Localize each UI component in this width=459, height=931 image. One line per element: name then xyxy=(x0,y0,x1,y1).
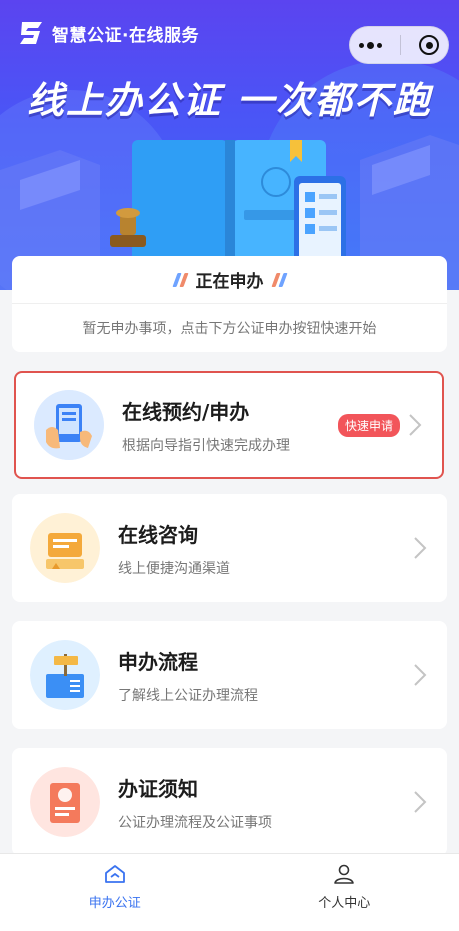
status-header: 正在申办 xyxy=(12,256,447,304)
apply-icon xyxy=(34,390,104,460)
status-title: 正在申办 xyxy=(195,272,264,292)
notice-icon xyxy=(30,767,100,837)
service-title: 在线咨询 xyxy=(118,522,198,547)
service-online-consult[interactable]: 在线咨询 线上便捷沟通渠道 xyxy=(12,494,447,602)
tab-personal-center[interactable]: 个人中心 xyxy=(230,854,459,931)
service-subtitle: 根据向导指引快速完成办理 xyxy=(122,437,290,454)
quick-apply-badge: 快速申请 xyxy=(337,413,400,437)
hero-banner: 智慧公证·在线服务 线上办公证 一次都不跑 xyxy=(0,0,459,290)
chevron-right-icon xyxy=(414,537,427,559)
mini-program-capsule[interactable] xyxy=(349,26,449,64)
home-icon xyxy=(104,865,125,883)
bottom-tab-bar: 申办公证 个人中心 xyxy=(0,853,459,931)
service-title: 申办流程 xyxy=(118,649,198,674)
status-card: 正在申办 暂无申办事项，点击下方公证申办按钮快速开始 xyxy=(12,256,447,352)
service-notice[interactable]: 办证须知 公证办理流程及公证事项 xyxy=(12,748,447,856)
capsule-divider xyxy=(400,35,401,55)
tab-apply-notarization[interactable]: 申办公证 xyxy=(0,854,230,931)
app-title: 智慧公证·在线服务 xyxy=(52,25,199,46)
tab-label: 申办公证 xyxy=(88,896,141,911)
consult-icon xyxy=(30,513,100,583)
service-subtitle: 公证办理流程及公证事项 xyxy=(118,814,272,831)
service-online-apply[interactable]: 在线预约/申办 根据向导指引快速完成办理 快速申请 xyxy=(14,371,444,479)
chevron-right-icon xyxy=(414,791,427,813)
close-target-icon[interactable] xyxy=(419,35,439,55)
chevron-right-icon xyxy=(409,414,422,436)
slash-decoration xyxy=(270,272,288,287)
more-icon[interactable] xyxy=(359,41,382,49)
slash-decoration xyxy=(171,272,189,287)
service-subtitle: 了解线上公证办理流程 xyxy=(118,687,258,704)
logo-icon xyxy=(20,22,42,44)
app-logo: 智慧公证·在线服务 xyxy=(18,20,199,46)
process-icon xyxy=(30,640,100,710)
service-process[interactable]: 申办流程 了解线上公证办理流程 xyxy=(12,621,447,729)
service-title: 办证须知 xyxy=(118,776,198,801)
service-subtitle: 线上便捷沟通渠道 xyxy=(118,560,230,577)
user-icon xyxy=(334,864,355,884)
status-empty-text: 暂无申办事项，点击下方公证申办按钮快速开始 xyxy=(82,321,377,337)
tab-label: 个人中心 xyxy=(318,896,371,911)
service-title: 在线预约/申办 xyxy=(122,399,250,424)
hero-slogan: 线上办公证 一次都不跑 xyxy=(27,79,432,122)
chevron-right-icon xyxy=(414,664,427,686)
